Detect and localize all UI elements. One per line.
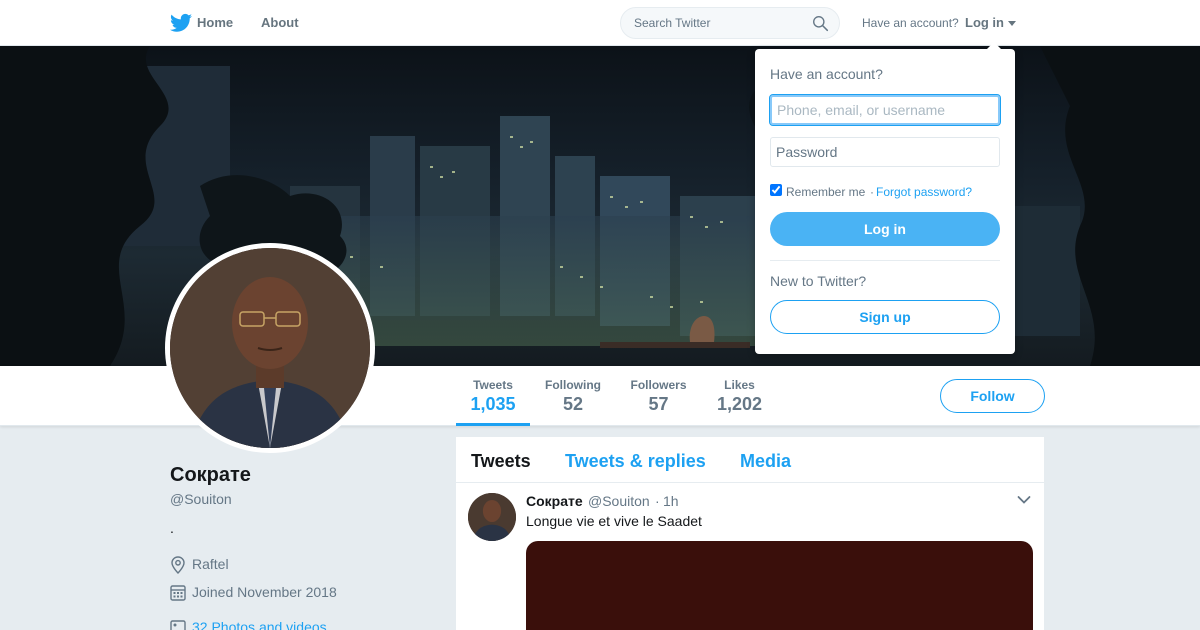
follow-button[interactable]: Follow xyxy=(940,379,1045,413)
remember-me-checkbox[interactable] xyxy=(770,184,782,196)
tweet-avatar-illustration xyxy=(468,493,516,541)
have-account-text: Have an account? xyxy=(862,16,959,30)
remember-me-label[interactable]: Remember me xyxy=(786,185,865,199)
twitter-bird-icon[interactable] xyxy=(170,13,192,33)
stat-label: Likes xyxy=(724,378,755,392)
caret-down-icon[interactable] xyxy=(1008,21,1016,26)
tab-media[interactable]: Media xyxy=(740,451,791,472)
profile-handle[interactable]: @Souiton xyxy=(170,491,232,507)
profile-bio: . xyxy=(170,520,174,536)
profile-avatar[interactable] xyxy=(165,243,375,453)
photos-link-text[interactable]: 32 Photos and videos xyxy=(192,619,327,630)
top-navigation-bar: Home About Search Twitter Have an accoun… xyxy=(0,0,1200,46)
tweet-item[interactable]: Сократе @Souiton · 1h Longue vie et vive… xyxy=(456,483,1044,630)
new-to-twitter-text: New to Twitter? xyxy=(770,273,867,289)
stat-value: 57 xyxy=(648,394,669,414)
stat-label: Followers xyxy=(630,378,687,392)
tweet-media[interactable] xyxy=(526,541,1033,630)
photo-icon xyxy=(170,620,186,630)
search-icon[interactable] xyxy=(812,15,829,32)
tab-tweets-replies[interactable]: Tweets & replies xyxy=(565,451,706,472)
login-dropdown-toggle[interactable]: Log in xyxy=(965,15,1004,30)
stat-value: 1,035 xyxy=(470,394,516,414)
tweet-separator: · xyxy=(655,493,660,509)
tab-tweets[interactable]: Tweets xyxy=(471,451,531,472)
search-input[interactable]: Search Twitter xyxy=(634,16,710,30)
tweet-author-name[interactable]: Сократе xyxy=(526,493,583,509)
stat-following[interactable]: Following 52 xyxy=(545,378,601,415)
timeline-tabs: Tweets Tweets & replies Media xyxy=(456,437,1044,483)
avatar-photo xyxy=(170,248,370,448)
tweet-avatar[interactable] xyxy=(468,493,516,541)
stat-value: 52 xyxy=(562,394,584,414)
username-field[interactable] xyxy=(769,94,1001,126)
signup-button[interactable]: Sign up xyxy=(770,300,1000,334)
calendar-icon xyxy=(170,585,186,601)
avatar-portrait-illustration xyxy=(170,248,370,448)
stat-tweets[interactable]: Tweets 1,035 xyxy=(470,378,516,415)
tweet-timeline: Tweets Tweets & replies Media Сократе @S… xyxy=(456,437,1044,630)
stat-value: 1,202 xyxy=(716,394,763,414)
tweet-text: Longue vie et vive le Saadet xyxy=(526,513,702,529)
forgot-password-link[interactable]: Forgot password? xyxy=(876,185,972,199)
login-button[interactable]: Log in xyxy=(770,212,1000,246)
dropdown-divider xyxy=(770,260,1000,261)
password-field[interactable] xyxy=(770,137,1000,167)
login-dropdown: Have an account? Remember me · Forgot pa… xyxy=(755,42,1015,354)
login-dropdown-title: Have an account? xyxy=(770,66,883,82)
stat-followers[interactable]: Followers 57 xyxy=(630,378,687,415)
profile-name[interactable]: Сократе xyxy=(170,464,251,487)
stat-label: Tweets xyxy=(473,378,513,392)
tweet-author-handle[interactable]: @Souiton xyxy=(588,493,650,509)
dropdown-arrow xyxy=(986,42,1002,50)
tweet-timestamp[interactable]: 1h xyxy=(663,493,679,509)
location-pin-icon xyxy=(171,556,185,574)
stat-label: Following xyxy=(545,378,601,392)
remember-separator: · xyxy=(870,185,874,199)
joined-text: Joined November 2018 xyxy=(192,584,337,600)
chevron-down-icon[interactable] xyxy=(1017,495,1031,505)
search-box[interactable]: Search Twitter xyxy=(620,7,840,39)
stat-likes[interactable]: Likes 1,202 xyxy=(716,378,763,415)
nav-home-link[interactable]: Home xyxy=(197,15,233,30)
location-text: Raftel xyxy=(192,556,229,572)
nav-about-link[interactable]: About xyxy=(261,15,299,30)
active-stat-underline xyxy=(456,423,530,426)
